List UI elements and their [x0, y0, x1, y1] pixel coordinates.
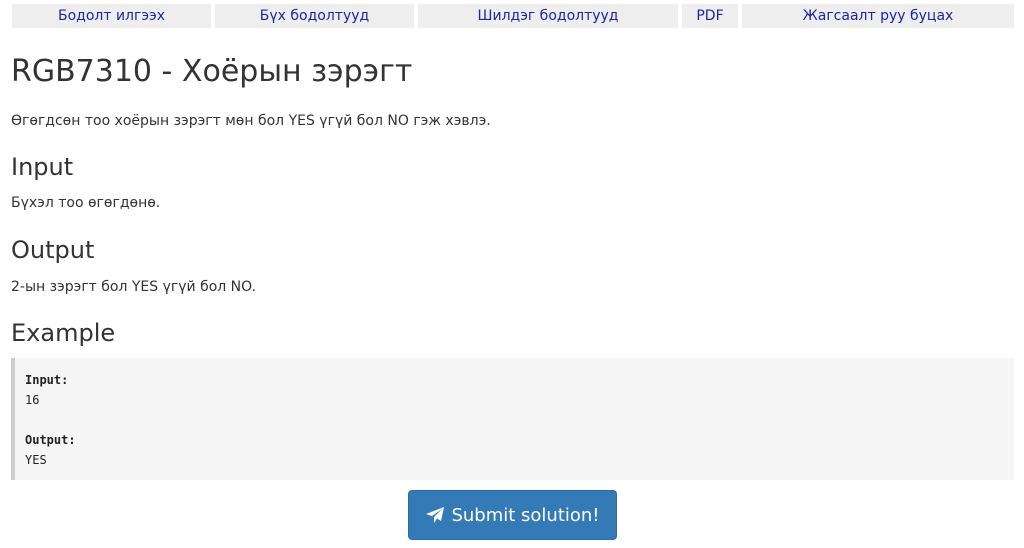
example-heading: Example	[11, 319, 116, 347]
nav-best-solutions[interactable]: Шилдэг бодолтууд	[418, 4, 678, 28]
paper-plane-icon	[425, 506, 445, 524]
input-heading: Input	[11, 153, 74, 181]
example-output-label: Output:	[25, 433, 76, 447]
example-input-value: 16	[25, 393, 40, 407]
nav-back-to-list[interactable]: Жагсаалт руу буцах	[742, 4, 1014, 28]
example-block: Input: 16 Output: YES	[11, 358, 1014, 480]
page-title: RGB7310 - Хоёрын зэрэгт	[11, 54, 413, 89]
nav-all-solutions[interactable]: Бүх бодолтууд	[215, 4, 414, 28]
example-input-label: Input:	[25, 373, 69, 387]
output-heading: Output	[11, 236, 95, 264]
problem-statement: Өгөгдсөн тоо хоёрын зэрэгт мөн бол YES ү…	[11, 113, 491, 129]
nav-pdf[interactable]: PDF	[682, 4, 738, 28]
problem-page: Бодолт илгээх Бүх бодолтууд Шилдэг бодол…	[0, 0, 1024, 548]
example-output-value: YES	[25, 453, 47, 467]
example-spacer	[25, 410, 1014, 430]
input-description: Бүхэл тоо өгөгдөнө.	[11, 195, 161, 211]
top-nav: Бодолт илгээх Бүх бодолтууд Шилдэг бодол…	[12, 4, 1014, 28]
nav-submit-solution[interactable]: Бодолт илгээх	[12, 4, 211, 28]
submit-solution-button[interactable]: Submit solution!	[408, 490, 617, 540]
output-description: 2-ын зэрэгт бол YES үгүй бол NO.	[11, 279, 257, 295]
submit-label: Submit solution!	[451, 504, 600, 526]
